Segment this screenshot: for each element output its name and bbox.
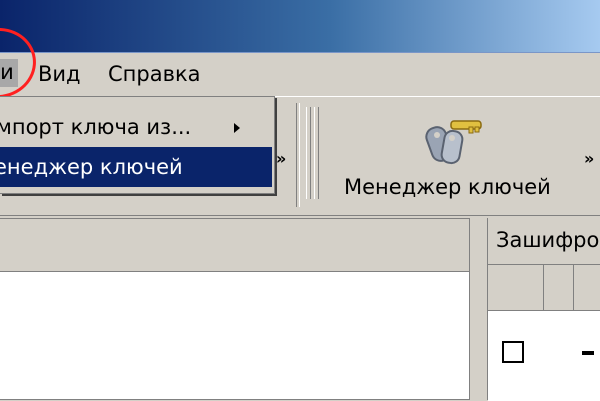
menu-item-key-manager[interactable]: енеджер ключей (0, 147, 272, 187)
row-checkbox[interactable] (502, 341, 524, 363)
submenu-arrow-icon (234, 123, 240, 133)
menu-item-label: мпорт ключа из... (0, 115, 192, 139)
toolbar-grip[interactable] (306, 107, 311, 199)
right-pane: Зашифро (487, 218, 600, 401)
toolbar-grip[interactable] (314, 107, 319, 199)
toolbar-overflow-chevron-right[interactable]: » (584, 149, 595, 168)
toolbar-divider (296, 103, 300, 207)
column-header[interactable] (574, 265, 600, 311)
window-title-bar (0, 0, 600, 53)
menu-view[interactable]: Вид (38, 61, 81, 87)
row-indicator-icon (582, 351, 594, 355)
toolbar-overflow-chevron[interactable]: » (276, 149, 287, 168)
keys-dropdown-menu: мпорт ключа из... енеджер ключей (0, 96, 275, 194)
key-manager-label[interactable]: Менеджер ключей (344, 175, 551, 199)
menu-bar: и Вид Справка (0, 53, 600, 95)
keys-icon[interactable] (425, 113, 485, 169)
menu-help[interactable]: Справка (108, 61, 201, 87)
right-pane-title: Зашифро (496, 228, 600, 252)
file-list[interactable] (488, 264, 600, 401)
column-header[interactable] (544, 265, 574, 311)
left-pane (0, 218, 470, 400)
column-header[interactable] (488, 265, 544, 311)
menu-item-import-key[interactable]: мпорт ключа из... (0, 107, 272, 147)
left-pane-header (0, 219, 469, 272)
menu-item-label: енеджер ключей (0, 155, 183, 179)
